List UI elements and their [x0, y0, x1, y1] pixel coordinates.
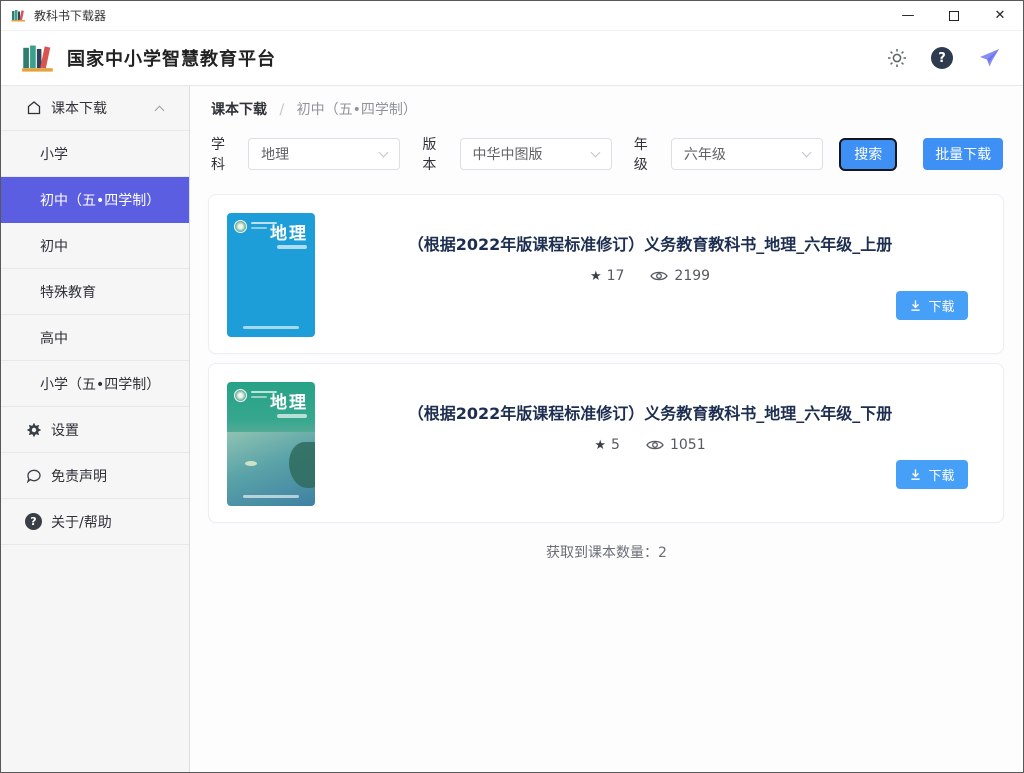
app-window: 教科书下载器 — ✕ 国家中小学智慧教育平台: [0, 0, 1024, 773]
book-stats: ★ 5 1051: [594, 437, 705, 453]
maximize-icon: [949, 11, 959, 21]
filter-bar: 学科 地理 版本 中华中图版 年级 六年级 搜索 批量下载: [190, 119, 1023, 174]
grade-select[interactable]: 六年级: [671, 138, 823, 170]
sidebar-item-junior-5-4[interactable]: 初中（五•四学制）: [1, 177, 189, 223]
breadcrumb-current: 初中（五•四学制）: [297, 102, 417, 118]
cover-emblem-icon: [234, 220, 247, 233]
sidebar-item-primary-5-4[interactable]: 小学（五•四学制）: [1, 361, 189, 407]
chevron-down-icon: [590, 148, 600, 158]
sidebar-item-about-help[interactable]: ? 关于/帮助: [1, 499, 189, 545]
breadcrumb: 课本下载 / 初中（五•四学制）: [190, 86, 1023, 119]
book-cover-volume-2: 地理: [227, 382, 315, 506]
sidebar-item-settings[interactable]: 设置: [1, 407, 189, 453]
titlebar: 教科书下载器 — ✕: [1, 1, 1023, 31]
sidebar-item-special-education[interactable]: 特殊教育: [1, 269, 189, 315]
star-icon: ★: [590, 269, 602, 284]
subject-select[interactable]: 地理: [248, 138, 400, 170]
breadcrumb-root[interactable]: 课本下载: [211, 102, 267, 118]
star-count: 5: [611, 437, 620, 453]
sidebar-item-senior[interactable]: 高中: [1, 315, 189, 361]
grade-label: 年级: [634, 134, 661, 174]
eye-icon: [650, 269, 668, 283]
chevron-down-icon: [379, 148, 389, 158]
result-count-text: 获取到课本数量：2: [190, 542, 1023, 562]
sidebar: 课本下载 小学 初中（五•四学制） 初中 特殊教育 高中 小学（五•四学制）: [1, 86, 190, 772]
book-stats: ★ 17 2199: [590, 268, 710, 284]
book-card: 地理 （根据2022年版课程标准修订）义务教育教科书_地理_六年级_下册 ★ 5: [208, 363, 1004, 523]
star-icon: ★: [594, 438, 606, 453]
sidebar-item-textbook-download[interactable]: 课本下载: [1, 86, 189, 131]
star-count: 17: [607, 268, 625, 284]
book-card: 地理 （根据2022年版课程标准修订）义务教育教科书_地理_六年级_上册 ★ 1…: [208, 194, 1004, 354]
subject-label: 学科: [211, 134, 238, 174]
home-icon: [25, 100, 42, 116]
app-books-icon: [11, 8, 26, 23]
chevron-down-icon: [802, 148, 812, 158]
book-list: 地理 （根据2022年版课程标准修订）义务教育教科书_地理_六年级_上册 ★ 1…: [190, 174, 1023, 523]
view-count: 2199: [674, 268, 710, 284]
sidebar-item-junior[interactable]: 初中: [1, 223, 189, 269]
sidebar-item-disclaimer[interactable]: 免责声明: [1, 453, 189, 499]
platform-title: 国家中小学智慧教育平台: [67, 45, 276, 71]
batch-download-button[interactable]: 批量下载: [923, 138, 1003, 170]
eye-icon: [646, 438, 664, 452]
book-cover-volume-1: 地理: [227, 213, 315, 337]
close-button[interactable]: ✕: [977, 1, 1023, 31]
sidebar-root-label: 课本下载: [51, 98, 107, 118]
view-count: 1051: [670, 437, 706, 453]
minimize-button[interactable]: —: [885, 1, 931, 31]
header: 国家中小学智慧教育平台 ?: [1, 31, 1023, 86]
gear-icon: [25, 422, 42, 438]
chat-bubble-icon: [25, 468, 42, 484]
maximize-button[interactable]: [931, 1, 977, 31]
main-content: 课本下载 / 初中（五•四学制） 学科 地理 版本 中华中图版 年级 六年级: [190, 86, 1023, 772]
platform-books-logo-icon: [21, 41, 55, 75]
book-title: （根据2022年版课程标准修订）义务教育教科书_地理_六年级_上册: [408, 231, 893, 255]
download-button[interactable]: 下载: [896, 460, 968, 489]
edition-select[interactable]: 中华中图版: [460, 138, 612, 170]
theme-sun-icon[interactable]: [887, 48, 907, 68]
book-title: （根据2022年版课程标准修订）义务教育教科书_地理_六年级_下册: [408, 400, 893, 424]
chevron-up-icon: [155, 105, 165, 115]
search-button[interactable]: 搜索: [839, 138, 897, 171]
download-icon: [909, 468, 922, 481]
question-circle-icon: ?: [25, 513, 42, 530]
cover-subject-title: 地理: [270, 219, 308, 244]
sidebar-item-primary[interactable]: 小学: [1, 131, 189, 177]
cover-subject-title: 地理: [270, 388, 308, 413]
download-icon: [909, 299, 922, 312]
window-title: 教科书下载器: [34, 7, 106, 24]
help-icon[interactable]: ?: [931, 47, 953, 69]
download-button[interactable]: 下载: [896, 291, 968, 320]
edition-label: 版本: [422, 134, 449, 174]
send-plane-icon[interactable]: [977, 46, 1001, 70]
breadcrumb-separator: /: [279, 102, 284, 118]
cover-emblem-icon: [234, 389, 247, 402]
